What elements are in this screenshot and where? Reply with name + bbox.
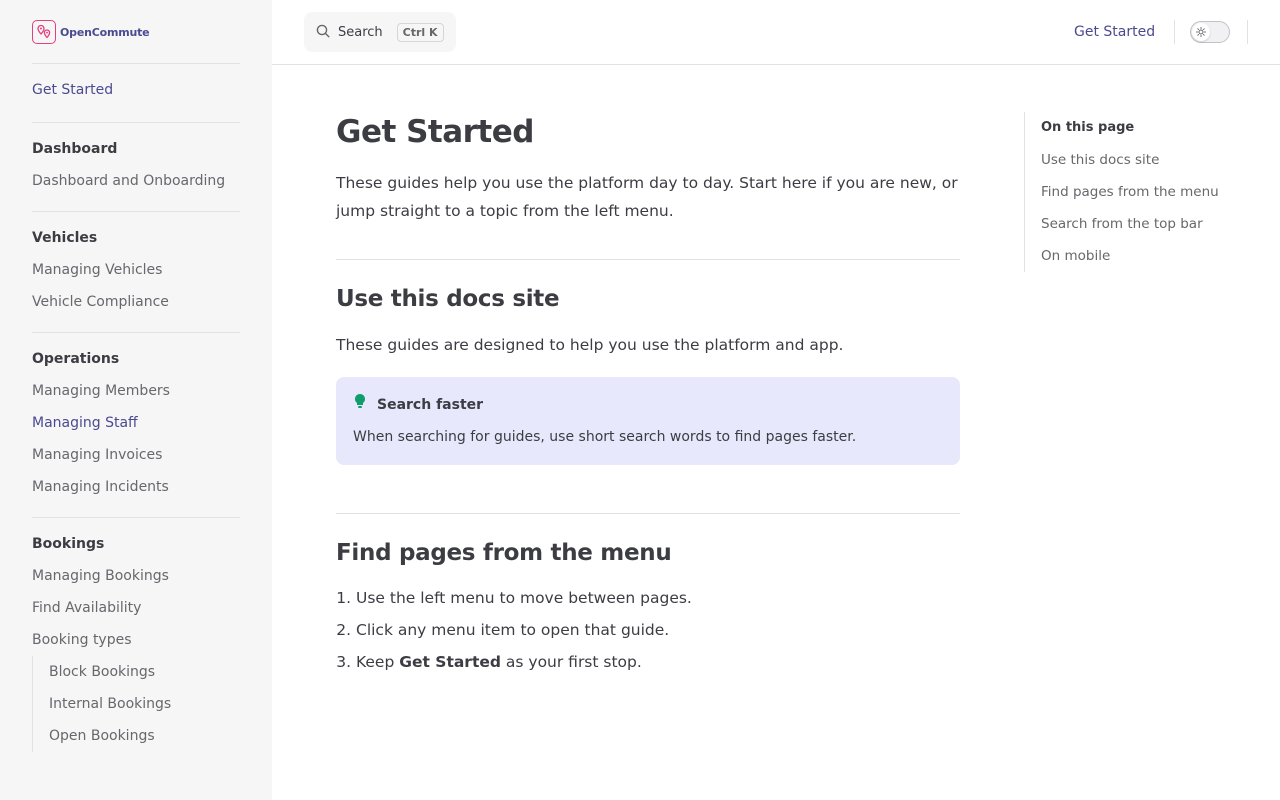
nav-group-title: Vehicles bbox=[32, 230, 98, 246]
step-text: as your first stop. bbox=[500, 653, 642, 671]
sun-icon bbox=[1192, 23, 1210, 41]
section-paragraph: These guides are designed to help you us… bbox=[336, 336, 844, 354]
list-item: Click any menu item to open that guide. bbox=[356, 614, 960, 646]
outline-link-use-docs[interactable]: Use this docs site bbox=[1041, 144, 1244, 176]
sidebar-item-managing-members[interactable]: Managing Members bbox=[32, 375, 240, 407]
outline-link-on-mobile[interactable]: On mobile bbox=[1041, 240, 1244, 272]
divider bbox=[1174, 20, 1175, 44]
nav-link-get-started[interactable]: Get Started bbox=[1074, 20, 1155, 44]
nav-group-title: Bookings bbox=[32, 536, 105, 552]
top-bar: Search Ctrl K Get Started bbox=[272, 0, 1280, 65]
search-label: Search bbox=[338, 24, 383, 40]
sidebar: OpenCommute Get Started Dashboard Dashbo… bbox=[0, 0, 272, 800]
lightbulb-icon bbox=[353, 393, 367, 417]
intro-paragraph: These guides help you use the platform d… bbox=[336, 174, 958, 220]
sidebar-item-managing-incidents[interactable]: Managing Incidents bbox=[32, 471, 240, 503]
nav-group-get-started: Get Started bbox=[32, 63, 240, 122]
nav-group-vehicles: Vehicles Managing Vehicles Vehicle Compl… bbox=[32, 211, 240, 332]
sidebar-nav: Get Started Dashboard Dashboard and Onbo… bbox=[32, 63, 240, 766]
nav-group-dashboard: Dashboard Dashboard and Onboarding bbox=[32, 122, 240, 211]
step-text: Keep bbox=[356, 653, 400, 671]
nav-group-bookings: Bookings Managing Bookings Find Availabi… bbox=[32, 517, 240, 766]
outline-title: On this page bbox=[1041, 120, 1135, 135]
brand-name: OpenCommute bbox=[60, 25, 150, 39]
list-item: Use the left menu to move between pages. bbox=[356, 582, 960, 614]
section-heading-find-pages: Find pages from the menu bbox=[336, 540, 672, 566]
sidebar-item-open-bookings[interactable]: Open Bookings bbox=[49, 720, 240, 752]
section-divider bbox=[336, 513, 960, 514]
logo[interactable]: OpenCommute bbox=[32, 19, 150, 45]
section-divider bbox=[336, 259, 960, 260]
appearance-toggle[interactable] bbox=[1190, 21, 1230, 43]
steps-list: Use the left menu to move between pages.… bbox=[356, 582, 960, 678]
sidebar-item-managing-invoices[interactable]: Managing Invoices bbox=[32, 439, 240, 471]
sidebar-item-managing-bookings[interactable]: Managing Bookings bbox=[32, 560, 240, 592]
page-outline: On this page Use this docs site Find pag… bbox=[1024, 112, 1244, 272]
sidebar-subnav-booking-types: Block Bookings Internal Bookings Open Bo… bbox=[32, 656, 240, 752]
location-pins-icon bbox=[32, 20, 56, 44]
sidebar-item-dashboard-onboarding[interactable]: Dashboard and Onboarding bbox=[32, 165, 240, 197]
tip-title-row: Search faster bbox=[353, 393, 943, 417]
nav-group-operations: Operations Managing Members Managing Sta… bbox=[32, 332, 240, 517]
outline-link-search-top-bar[interactable]: Search from the top bar bbox=[1041, 208, 1244, 240]
search-shortcut-badge: Ctrl K bbox=[396, 22, 444, 42]
tip-title: Search faster bbox=[377, 397, 484, 413]
sidebar-item-booking-types[interactable]: Booking types bbox=[32, 624, 240, 656]
search-button[interactable]: Search Ctrl K bbox=[304, 12, 456, 52]
sidebar-item-managing-staff[interactable]: Managing Staff bbox=[32, 407, 240, 439]
sidebar-item-vehicle-compliance[interactable]: Vehicle Compliance bbox=[32, 286, 240, 318]
sidebar-item-block-bookings[interactable]: Block Bookings bbox=[49, 656, 240, 688]
sidebar-item-internal-bookings[interactable]: Internal Bookings bbox=[49, 688, 240, 720]
main-content: Get Started These guides help you use th… bbox=[336, 112, 960, 678]
nav-group-title: Dashboard bbox=[32, 141, 118, 157]
tip-callout: Search faster When searching for guides,… bbox=[336, 377, 960, 465]
search-icon bbox=[316, 23, 330, 42]
page-title: Get Started bbox=[336, 114, 534, 150]
sidebar-item-find-availability[interactable]: Find Availability bbox=[32, 592, 240, 624]
tip-body: When searching for guides, use short sea… bbox=[353, 429, 857, 445]
step-emphasis: Get Started bbox=[399, 653, 501, 671]
divider bbox=[1247, 20, 1248, 44]
section-heading-use-docs: Use this docs site bbox=[336, 286, 560, 312]
sidebar-item-managing-vehicles[interactable]: Managing Vehicles bbox=[32, 254, 240, 286]
nav-group-title: Operations bbox=[32, 351, 120, 367]
outline-link-find-pages[interactable]: Find pages from the menu bbox=[1041, 176, 1244, 208]
list-item: Keep Get Started as your first stop. bbox=[356, 646, 960, 678]
sidebar-item-get-started[interactable]: Get Started bbox=[32, 74, 240, 106]
